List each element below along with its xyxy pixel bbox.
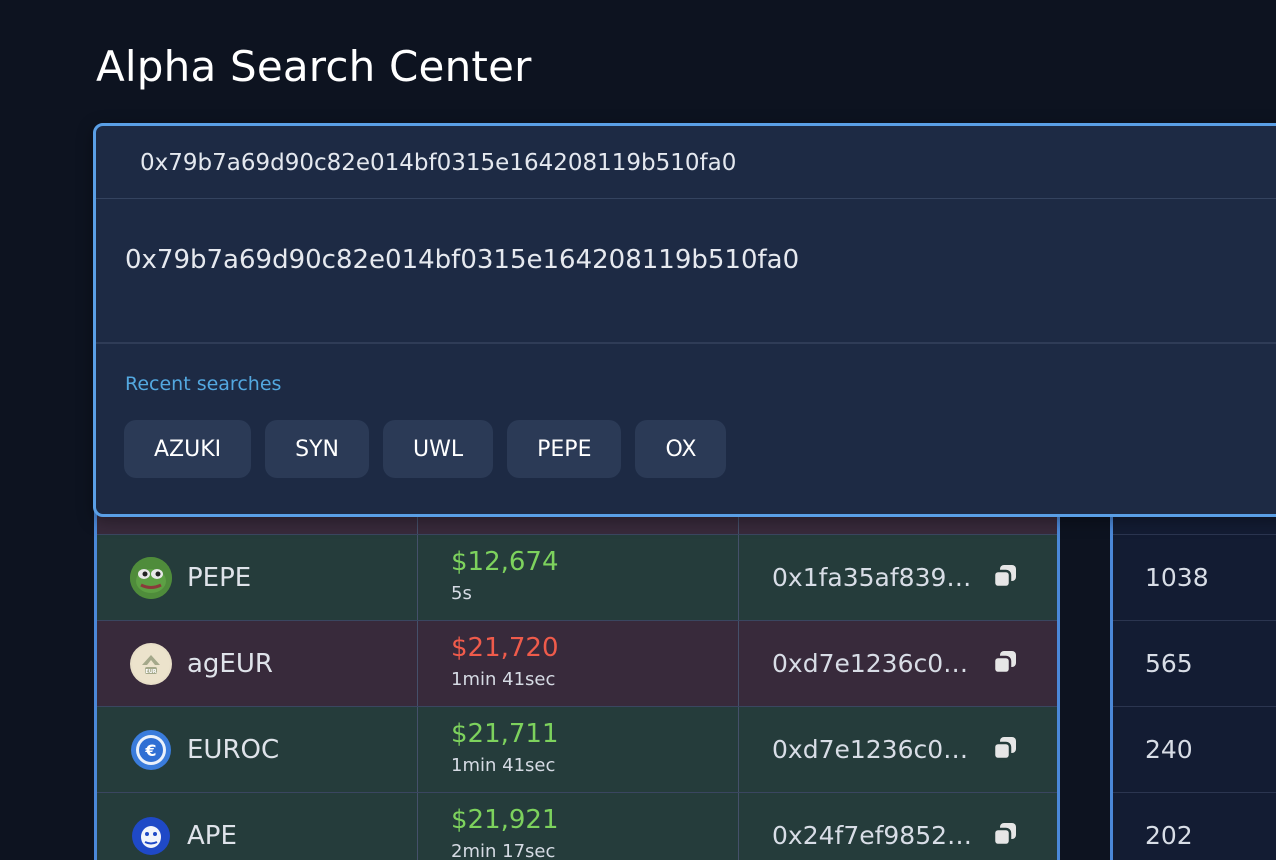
token-address[interactable]: 0xd7e1236c08... (772, 735, 980, 764)
copy-icon[interactable] (992, 649, 1018, 675)
search-input[interactable] (140, 148, 1140, 178)
svg-text:€: € (144, 741, 156, 760)
token-age: 5s (451, 583, 472, 604)
euroc-icon: € (130, 729, 172, 771)
token-name: PEPE (187, 563, 252, 593)
recent-chip-pepe[interactable]: PEPE (507, 420, 622, 478)
token-address[interactable]: 0x24f7ef98522... (772, 821, 980, 850)
page: Alpha Search Center PEPE $12,674 5s 0x1f… (0, 0, 1276, 860)
search-panel: 0x79b7a69d90c82e014bf0315e164208119b510f… (93, 123, 1276, 517)
side-row: 240 (1113, 707, 1276, 793)
ageur-icon: EUR (130, 643, 172, 685)
recent-chip-uwl[interactable]: UWL (383, 420, 494, 478)
side-row: 1038 (1113, 535, 1276, 621)
copy-icon[interactable] (992, 563, 1018, 589)
search-result-item[interactable]: 0x79b7a69d90c82e014bf0315e164208119b510f… (125, 245, 799, 275)
recent-searches-label: Recent searches (125, 373, 282, 395)
token-age: 1min 41sec (451, 755, 556, 776)
search-results: 0x79b7a69d90c82e014bf0315e164208119b510f… (96, 199, 1276, 344)
copy-icon[interactable] (992, 735, 1018, 761)
table-row[interactable]: € EUROC $21,711 1min 41sec 0xd7e1236c08.… (97, 707, 1057, 793)
recent-chip-syn[interactable]: SYN (265, 420, 370, 478)
table-row[interactable]: PEPE $12,674 5s 0x1fa35af8398... (97, 535, 1057, 621)
recent-chip-azuki[interactable]: AZUKI (124, 420, 252, 478)
search-bar (96, 126, 1276, 199)
count-value: 565 (1145, 649, 1193, 678)
token-address[interactable]: 0x1fa35af8398... (772, 563, 980, 592)
token-name: APE (187, 821, 237, 851)
table-row[interactable]: APE $21,921 2min 17sec 0x24f7ef98522... (97, 793, 1057, 860)
page-title: Alpha Search Center (96, 42, 532, 91)
svg-text:EUR: EUR (145, 669, 156, 675)
count-value: 202 (1145, 821, 1193, 850)
token-price: $21,921 (451, 805, 559, 835)
count-value: 240 (1145, 735, 1193, 764)
recent-chip-ox[interactable]: OX (635, 420, 727, 478)
token-age: 1min 41sec (451, 669, 556, 690)
count-value: 1038 (1145, 563, 1209, 592)
ape-icon (130, 815, 172, 857)
token-address[interactable]: 0xd7e1236c08... (772, 649, 980, 678)
token-price: $21,720 (451, 633, 559, 663)
copy-icon[interactable] (992, 821, 1018, 847)
token-age: 2min 17sec (451, 841, 556, 860)
token-name: EUROC (187, 735, 280, 765)
side-row: 202 (1113, 793, 1276, 860)
side-row: 565 (1113, 621, 1276, 707)
token-price: $21,711 (451, 719, 559, 749)
pepe-icon (130, 557, 172, 599)
token-name: agEUR (187, 649, 273, 679)
table-row[interactable]: EUR agEUR $21,720 1min 41sec 0xd7e1236c0… (97, 621, 1057, 707)
recent-searches: AZUKI SYN UWL PEPE OX (124, 420, 727, 478)
token-price: $12,674 (451, 547, 559, 577)
